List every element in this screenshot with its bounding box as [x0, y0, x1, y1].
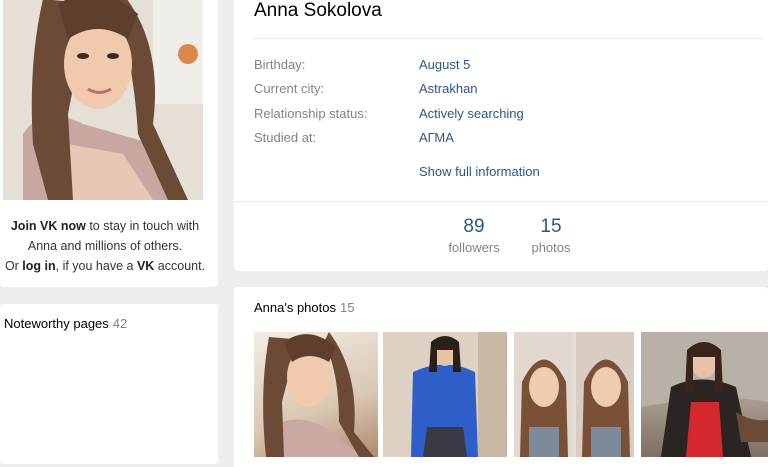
- join-text-part: , if you have a: [55, 259, 137, 273]
- photo-thumbnail[interactable]: [254, 332, 378, 457]
- profile-info-card: Anna Sokolova Birthday: August 5 Current…: [234, 0, 768, 271]
- info-value-link[interactable]: Actively searching: [419, 106, 524, 121]
- info-value-link[interactable]: August 5: [419, 57, 470, 72]
- followers-stat[interactable]: 89 followers: [439, 216, 509, 258]
- join-text-part: Anna and millions of others.: [27, 239, 183, 253]
- info-label: Birthday:: [254, 57, 306, 72]
- join-text-part: account.: [154, 259, 206, 273]
- divider: [234, 201, 768, 202]
- divider: [254, 38, 762, 39]
- photo-image: [514, 332, 634, 457]
- followers-label: followers: [448, 240, 500, 255]
- profile-photo-image: [3, 0, 203, 200]
- followers-count: 89: [463, 216, 485, 237]
- join-text-part: Or: [4, 259, 23, 273]
- photos-header[interactable]: Anna's photos 15: [254, 300, 354, 315]
- info-value-link[interactable]: АГМА: [419, 130, 454, 145]
- photos-label: photos: [531, 240, 571, 255]
- profile-name: Anna Sokolova: [254, 0, 382, 21]
- join-vk-prompt: Join VK now to stay in touch with Anna a…: [0, 216, 210, 276]
- info-label: Studied at:: [254, 130, 317, 145]
- photos-stat[interactable]: 15 photos: [516, 216, 586, 258]
- photo-image: [263, 332, 374, 457]
- photos-total-count: 15: [340, 300, 355, 315]
- noteworthy-pages-card: Noteworthy pages 42: [0, 304, 218, 464]
- profile-sidebar: Join VK now to stay in touch with Anna a…: [0, 0, 218, 287]
- noteworthy-pages-title: Noteworthy pages: [4, 316, 109, 331]
- login-link[interactable]: log in: [22, 259, 55, 273]
- photos-count: 15: [540, 216, 562, 237]
- noteworthy-pages-header[interactable]: Noteworthy pages 42: [4, 316, 127, 331]
- photo-thumbnail[interactable]: [641, 332, 768, 457]
- photos-title: Anna's photos: [254, 300, 336, 315]
- photo-thumbnail[interactable]: [383, 332, 507, 457]
- info-value-link[interactable]: Astrakhan: [419, 81, 478, 96]
- info-label: Current city:: [254, 81, 325, 96]
- photo-image: [383, 332, 507, 457]
- show-full-information-link[interactable]: Show full information: [419, 164, 540, 179]
- photos-card: Anna's photos 15: [234, 287, 768, 467]
- info-label: Relationship status:: [254, 106, 368, 121]
- noteworthy-pages-count: 42: [112, 316, 128, 331]
- vk-brand-text: VK: [136, 259, 155, 273]
- profile-photo[interactable]: [3, 0, 203, 200]
- photo-thumbnail[interactable]: [514, 332, 634, 457]
- join-vk-link[interactable]: Join VK now: [11, 219, 86, 233]
- photo-image: [641, 332, 768, 457]
- join-text-part: to stay in touch with: [85, 219, 200, 233]
